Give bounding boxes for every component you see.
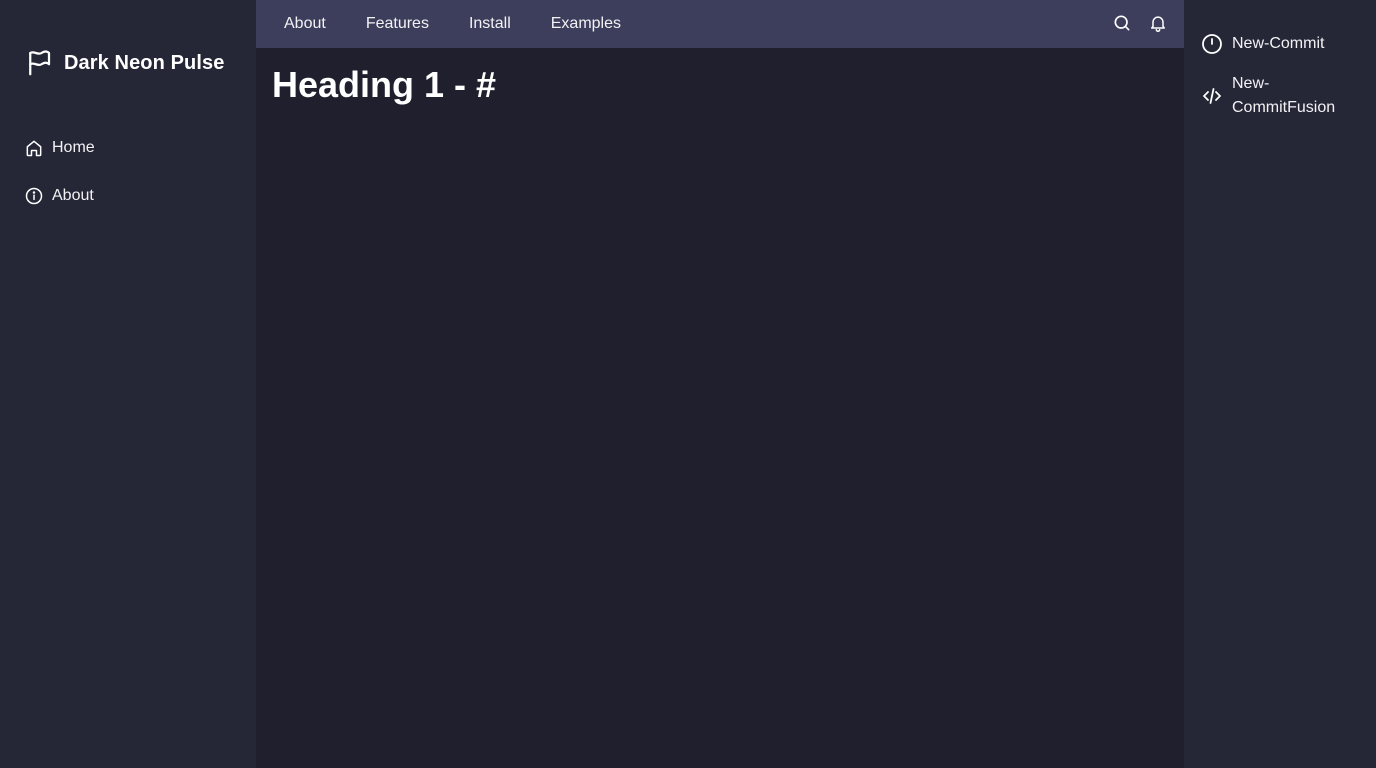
sidebar-nav: Home About (24, 136, 95, 208)
right-sidebar-toc: New-Commit New-CommitFusion (1184, 0, 1376, 768)
page-title: Heading 1 - # (272, 64, 497, 105)
topnav-install-link[interactable]: Install (469, 15, 511, 33)
toc-item-label: New-Commit (1232, 35, 1325, 52)
toc-item-new-commit[interactable]: New-Commit (1200, 32, 1360, 56)
toc-item-label: New-CommitFusion (1232, 75, 1336, 116)
topbar-actions (1112, 13, 1168, 33)
topnav-examples-link[interactable]: Examples (551, 15, 621, 33)
bell-icon[interactable] (1148, 13, 1168, 33)
sidebar-item-about[interactable]: About (24, 184, 95, 208)
sidebar-item-label: About (52, 187, 94, 204)
main-content: About Features Install Examples Heading … (256, 0, 1184, 768)
left-sidebar: Dark Neon Pulse Home About (0, 0, 256, 768)
top-navbar: About Features Install Examples (256, 0, 1184, 48)
info-icon (24, 186, 44, 206)
flag-icon (24, 48, 54, 78)
toc-item-new-commitfusion[interactable]: New-CommitFusion (1200, 72, 1360, 120)
brand-link[interactable]: Dark Neon Pulse (24, 48, 224, 78)
app-window: Dark Neon Pulse Home About About Feature… (0, 0, 1376, 768)
clock-icon (1200, 32, 1224, 56)
code-icon (1200, 84, 1224, 108)
search-icon[interactable] (1112, 13, 1132, 33)
topnav-about-link[interactable]: About (284, 15, 326, 33)
sidebar-item-home[interactable]: Home (24, 136, 95, 160)
topnav-features-link[interactable]: Features (366, 15, 429, 33)
home-icon (24, 138, 44, 158)
sidebar-item-label: Home (52, 139, 95, 156)
brand-title: Dark Neon Pulse (64, 51, 225, 74)
top-nav-links: About Features Install Examples (284, 15, 621, 33)
